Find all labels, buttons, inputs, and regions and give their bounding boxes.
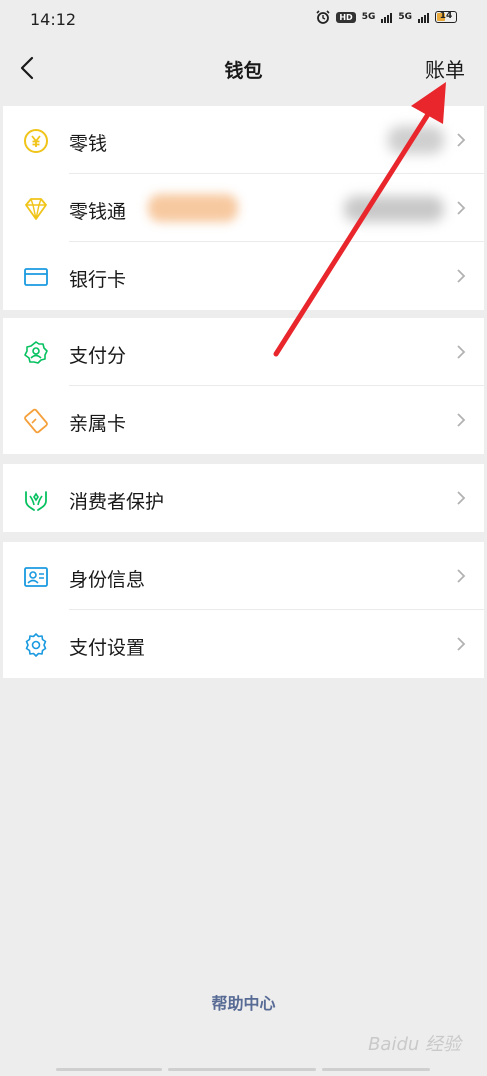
bill-button[interactable]: 账单 [425, 54, 465, 83]
chevron-right-icon [457, 637, 466, 651]
chevron-right-icon [457, 569, 466, 583]
list-item-label: 亲属卡 [69, 413, 127, 435]
id-card-icon [24, 567, 48, 587]
alarm-icon [316, 10, 330, 24]
score-badge-icon [24, 341, 48, 364]
list-item-change-fund[interactable]: 零钱通 [3, 174, 484, 242]
chevron-right-icon [457, 491, 466, 505]
settings-group: 身份信息 支付设置 [3, 542, 484, 678]
network-type-2: 5G [398, 12, 412, 22]
bottom-edge-line [56, 1068, 162, 1071]
bank-card-icon [24, 268, 48, 286]
list-item-label: 身份信息 [69, 569, 146, 591]
bottom-edge-line [168, 1068, 316, 1071]
watermark: Baidu 经验 [368, 1034, 461, 1055]
chevron-right-icon [457, 201, 466, 215]
wallet-balance-group: 零钱 零钱通 银行卡 [3, 106, 484, 310]
list-item-change[interactable]: 零钱 [3, 106, 484, 174]
list-item-pay-score[interactable]: 支付分 [3, 318, 484, 386]
chevron-right-icon [457, 269, 466, 283]
status-bar: 14:12 HD 5G 5G 14 [0, 0, 487, 40]
battery-icon: 14 [435, 11, 457, 23]
list-item-label: 零钱通 [69, 201, 127, 223]
signal-icon-2 [418, 11, 429, 23]
list-item-consumer-protection[interactable]: 消费者保护 [3, 464, 484, 532]
nav-bar: 钱包 账单 [0, 42, 487, 94]
hidden-badge [148, 194, 238, 222]
list-item-label: 银行卡 [69, 269, 127, 291]
protection-group: 消费者保护 [3, 464, 484, 532]
status-icons: HD 5G 5G 14 [316, 10, 457, 24]
protection-hands-icon [25, 491, 47, 511]
chevron-right-icon [457, 345, 466, 359]
list-item-label: 支付分 [69, 345, 127, 367]
signal-icon [381, 11, 393, 23]
diamond-icon [25, 198, 47, 220]
hd-badge: HD [336, 11, 356, 23]
help-center-link[interactable]: 帮助中心 [0, 990, 487, 1014]
list-item-label: 零钱 [69, 133, 108, 155]
battery-level: 14 [439, 11, 453, 21]
credit-group: 支付分 亲属卡 [3, 318, 484, 454]
chevron-right-icon [457, 133, 466, 147]
list-item-bank-card[interactable]: 银行卡 [3, 242, 484, 310]
hidden-balance [388, 126, 444, 154]
family-card-icon [24, 408, 48, 434]
settings-gear-icon [25, 633, 47, 657]
yuan-coin-icon [24, 129, 48, 153]
list-item-family-card[interactable]: 亲属卡 [3, 386, 484, 454]
bottom-edge-line [322, 1068, 430, 1071]
chevron-right-icon [457, 413, 466, 427]
list-item-identity-info[interactable]: 身份信息 [3, 542, 484, 610]
network-type-1: 5G [361, 12, 376, 22]
status-time: 14:12 [30, 10, 77, 29]
list-item-label: 支付设置 [69, 637, 146, 659]
hidden-fund-balance [344, 196, 444, 222]
page-title: 钱包 [224, 60, 263, 82]
list-item-label: 消费者保护 [69, 491, 165, 513]
list-item-pay-settings[interactable]: 支付设置 [3, 610, 484, 678]
